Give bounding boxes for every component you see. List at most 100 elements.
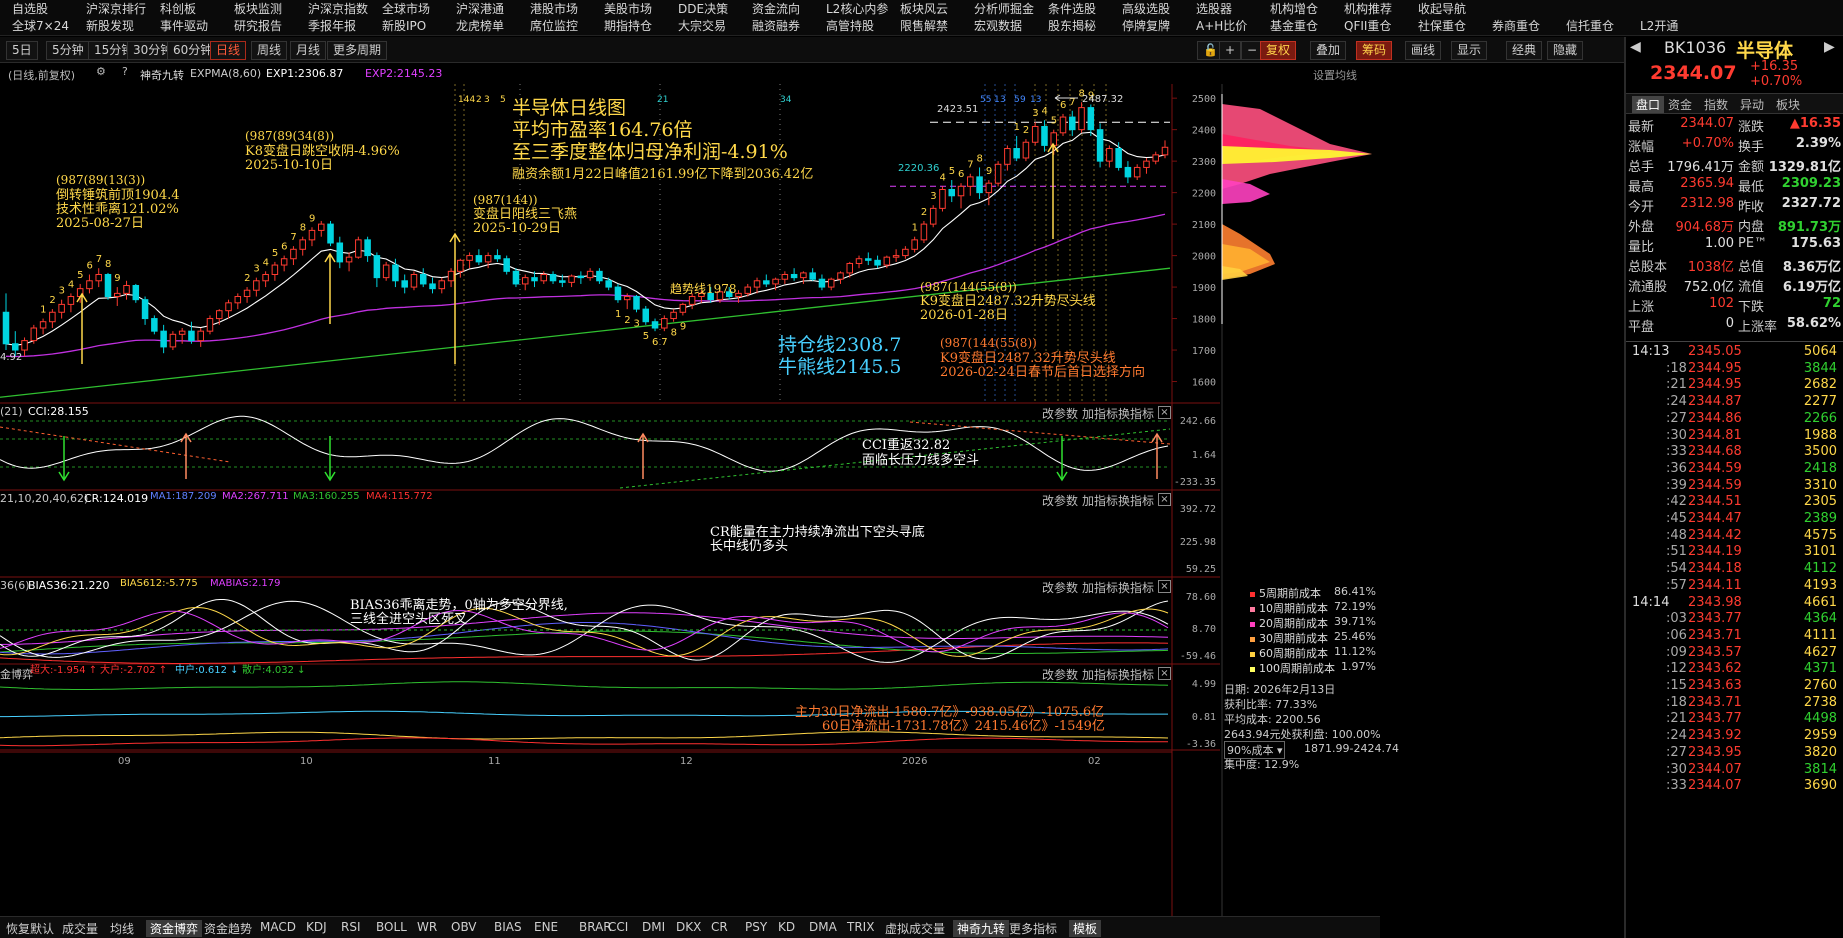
nav-menu-item[interactable]: 事件驱动	[148, 17, 222, 35]
nav-menu-item[interactable]: 机构增仓	[1258, 0, 1332, 18]
indicator-tab[interactable]: MACD	[260, 920, 296, 934]
nav-menu-item[interactable]: 席位监控	[518, 17, 592, 35]
period-daily[interactable]: 日线	[210, 41, 247, 60]
close-icon[interactable]: ×	[1158, 406, 1171, 419]
nav-menu-item[interactable]: 板块风云	[888, 0, 962, 18]
nav-menu-item[interactable]: 停牌复牌	[1110, 17, 1184, 35]
edit-params-button[interactable]: 改参数	[1042, 492, 1078, 509]
quote-tab[interactable]: 盘口	[1632, 96, 1665, 113]
indicator-tab[interactable]: 更多指标	[1009, 920, 1057, 937]
nav-menu-item[interactable]: L2核心内参	[814, 0, 888, 18]
set-ma-link[interactable]: 设置均线	[1313, 67, 1357, 83]
draw-line-button[interactable]: 画线	[1405, 41, 1442, 60]
indicator-tab[interactable]: 恢复默认	[6, 920, 54, 937]
nav-menu-item[interactable]: 股东揭秘	[1036, 17, 1110, 35]
indicator-tab[interactable]: 资金趋势	[204, 920, 252, 937]
nav-menu-item[interactable]: 季报年报	[296, 17, 370, 35]
indicator-tab[interactable]: CCI	[608, 920, 628, 934]
nav-menu-item[interactable]: QFII重仓	[1332, 17, 1406, 35]
edit-params-button[interactable]: 改参数	[1042, 666, 1078, 683]
quote-tab[interactable]: 异动	[1740, 96, 1764, 113]
hide-button[interactable]: 隐藏	[1547, 41, 1584, 60]
nav-menu-item[interactable]: 高级选股	[1110, 0, 1184, 18]
indicator-tab[interactable]: 虚拟成交量	[885, 920, 945, 937]
nav-menu-item[interactable]: 期指持仓	[592, 17, 666, 35]
nav-menu-item[interactable]: 条件选股	[1036, 0, 1110, 18]
nav-menu-item[interactable]: 全球7×24	[0, 17, 74, 35]
nav-menu-item[interactable]: 高管持股	[814, 17, 888, 35]
nav-menu-item[interactable]: 全球市场	[370, 0, 444, 18]
period-weekly[interactable]: 周线	[251, 41, 288, 60]
nav-menu-item[interactable]: 收起导航	[1406, 0, 1480, 18]
period-monthly[interactable]: 月线	[290, 41, 327, 60]
close-icon[interactable]: ×	[1158, 493, 1171, 506]
nav-menu-item[interactable]: 大宗交易	[666, 17, 740, 35]
nav-menu-item[interactable]: 选股器	[1184, 0, 1258, 18]
nav-menu-item[interactable]: 分析师掘金	[962, 0, 1036, 18]
nav-menu-item[interactable]: 研究报告	[222, 17, 296, 35]
nav-menu-item[interactable]: 沪深京排行	[74, 0, 148, 18]
indicator-tab[interactable]: TRIX	[847, 920, 874, 934]
indicator-tab[interactable]: 资金博弈	[146, 920, 203, 937]
swap-indicator-button[interactable]: 换指标	[1118, 405, 1154, 422]
indicator-tab[interactable]: KDJ	[306, 920, 327, 934]
indicator-tab[interactable]: BIAS	[494, 920, 522, 934]
indicator-tab[interactable]: RSI	[341, 920, 361, 934]
indicator-tab[interactable]: BRAR	[579, 920, 612, 934]
swap-indicator-button[interactable]: 换指标	[1118, 579, 1154, 596]
indicator-tab[interactable]: WR	[417, 920, 437, 934]
nav-menu-item[interactable]: 龙虎榜单	[444, 17, 518, 35]
chips-button[interactable]: 筹码	[1356, 41, 1393, 60]
indicator-tab[interactable]: 成交量	[62, 920, 98, 937]
classic-button[interactable]: 经典	[1506, 41, 1543, 60]
nav-menu-item[interactable]: 美股市场	[592, 0, 666, 18]
indicator-tab[interactable]: DMA	[809, 920, 837, 934]
quote-tab[interactable]: 指数	[1704, 96, 1728, 113]
nav-menu-item[interactable]: DDE决策	[666, 0, 740, 18]
nav-menu-item[interactable]: 资金流向	[740, 0, 814, 18]
add-indicator-button[interactable]: 加指标	[1082, 579, 1118, 596]
period-5day[interactable]: 5日	[6, 41, 38, 60]
indicator-tab[interactable]: DKX	[676, 920, 701, 934]
add-indicator-button[interactable]: 加指标	[1082, 492, 1118, 509]
zoom-in-icon[interactable]: +	[1219, 41, 1242, 60]
period-5min[interactable]: 5分钟	[46, 41, 90, 60]
nav-menu-item[interactable]: 科创板	[148, 0, 222, 18]
nav-menu-item[interactable]: A+H比价	[1184, 17, 1258, 35]
prev-arrow-icon[interactable]: ◀	[1630, 39, 1641, 55]
nav-menu-item[interactable]: L2开通	[1628, 17, 1702, 35]
nav-menu-item[interactable]: 自选股	[0, 0, 74, 18]
add-indicator-button[interactable]: 加指标	[1082, 666, 1118, 683]
quote-tab[interactable]: 板块	[1776, 96, 1800, 113]
indicator-tab[interactable]: DMI	[642, 920, 665, 934]
edit-params-button[interactable]: 改参数	[1042, 579, 1078, 596]
quote-tab[interactable]: 资金	[1668, 96, 1692, 113]
nav-menu-item[interactable]: 限售解禁	[888, 17, 962, 35]
indicator-tab[interactable]: KD	[778, 920, 795, 934]
close-icon[interactable]: ×	[1158, 667, 1171, 680]
period-more[interactable]: 更多周期	[327, 41, 388, 60]
edit-params-button[interactable]: 改参数	[1042, 405, 1078, 422]
indicator-tab[interactable]: 模板	[1069, 920, 1102, 937]
swap-indicator-button[interactable]: 换指标	[1118, 666, 1154, 683]
overlay-button[interactable]: 叠加	[1310, 41, 1347, 60]
indicator-tab[interactable]: PSY	[745, 920, 767, 934]
indicator-tab[interactable]: BOLL	[376, 920, 407, 934]
nav-menu-item[interactable]: 新股发现	[74, 17, 148, 35]
nav-menu-item[interactable]: 新股IPO	[370, 17, 444, 35]
adjust-rights-button[interactable]: 复权	[1260, 41, 1297, 60]
next-arrow-icon[interactable]: ▶	[1824, 39, 1835, 55]
nav-menu-item[interactable]: 基金重仓	[1258, 17, 1332, 35]
nav-menu-item[interactable]: 融资融券	[740, 17, 814, 35]
indicator-tab[interactable]: ENE	[534, 920, 558, 934]
nav-menu-item[interactable]: 沪深港通	[444, 0, 518, 18]
indicator-tab[interactable]: CR	[711, 920, 728, 934]
gear-icon[interactable]: ⚙	[96, 65, 106, 78]
add-indicator-button[interactable]: 加指标	[1082, 405, 1118, 422]
nav-menu-item[interactable]: 机构推荐	[1332, 0, 1406, 18]
nav-menu-item[interactable]: 港股市场	[518, 0, 592, 18]
close-icon[interactable]: ×	[1158, 580, 1171, 593]
nav-menu-item[interactable]: 沪深京指数	[296, 0, 370, 18]
nav-menu-item[interactable]: 信托重仓	[1554, 17, 1628, 35]
swap-indicator-button[interactable]: 换指标	[1118, 492, 1154, 509]
